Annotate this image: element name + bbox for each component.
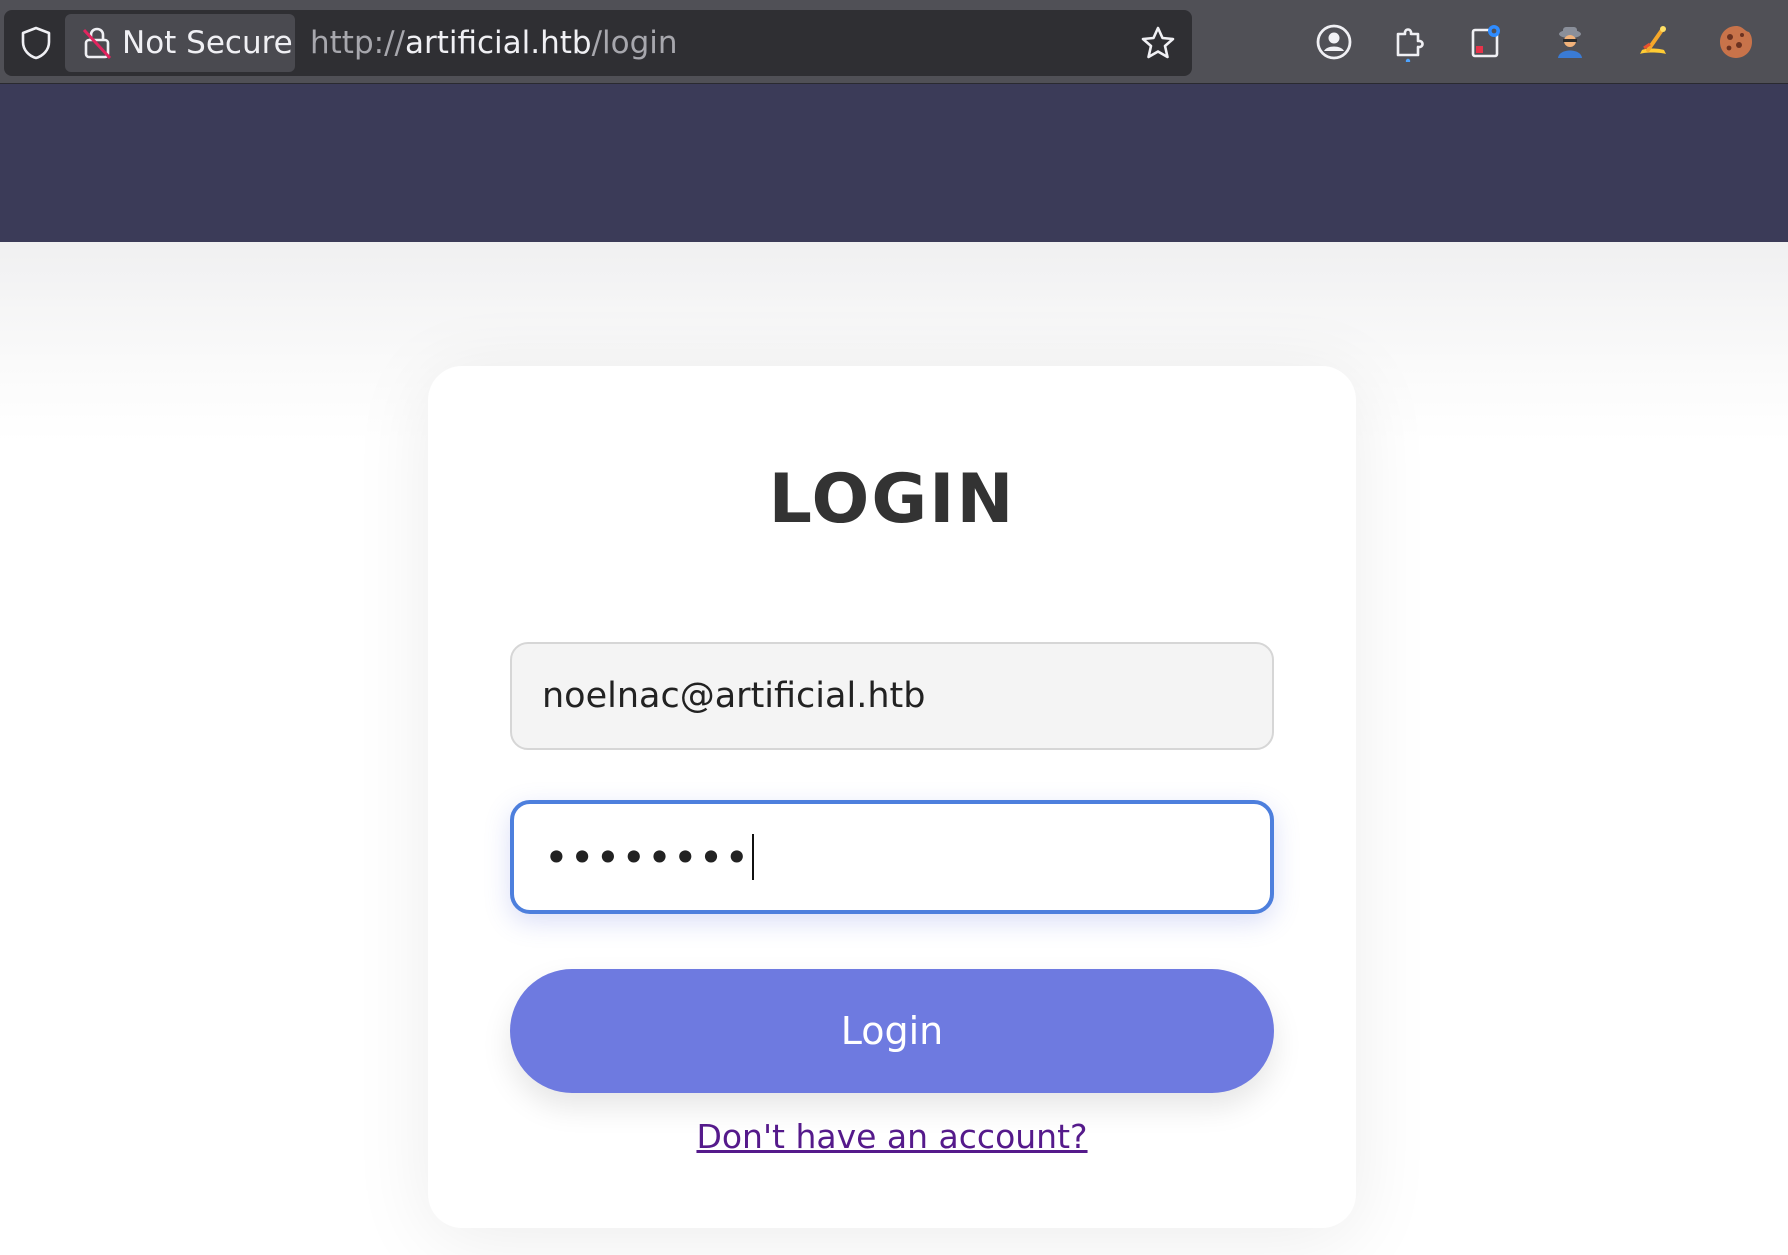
page-title: LOGIN — [768, 460, 1016, 539]
browser-toolbar: Not Secure http://artificial.htb/login — [0, 0, 1788, 84]
cookie-extension-icon[interactable] — [1716, 22, 1756, 62]
login-card: LOGIN noelnac@artificial.htb •••••••• Lo… — [428, 366, 1356, 1228]
screenshot-tab-icon[interactable] — [1466, 22, 1506, 62]
password-input[interactable]: •••••••• — [510, 800, 1274, 914]
not-secure-label[interactable]: Not Secure — [122, 24, 293, 62]
site-header-bar — [0, 84, 1788, 242]
email-value: noelnac@artificial.htb — [542, 676, 926, 716]
password-value: •••••••• — [544, 832, 751, 882]
signup-link[interactable]: Don't have an account? — [696, 1117, 1087, 1156]
account-icon[interactable] — [1314, 22, 1354, 62]
tracking-protection-shield-icon[interactable] — [20, 26, 52, 60]
url-text[interactable]: http://artificial.htb/login — [310, 24, 678, 62]
insecure-lock-icon — [82, 27, 112, 60]
email-input[interactable]: noelnac@artificial.htb — [510, 642, 1274, 750]
url-host: artificial.htb — [404, 25, 592, 61]
spy-agent-extension-icon[interactable] — [1550, 22, 1590, 62]
signup-link-container: Don't have an account? — [428, 1116, 1356, 1158]
url-path: /login — [591, 25, 678, 61]
wand-extension-icon[interactable] — [1634, 22, 1674, 62]
extensions-puzzle-icon[interactable] — [1390, 22, 1430, 62]
bookmark-star-icon[interactable] — [1140, 25, 1176, 61]
login-button[interactable]: Login — [510, 969, 1274, 1093]
url-scheme: http:// — [310, 25, 405, 61]
text-caret — [752, 834, 755, 880]
